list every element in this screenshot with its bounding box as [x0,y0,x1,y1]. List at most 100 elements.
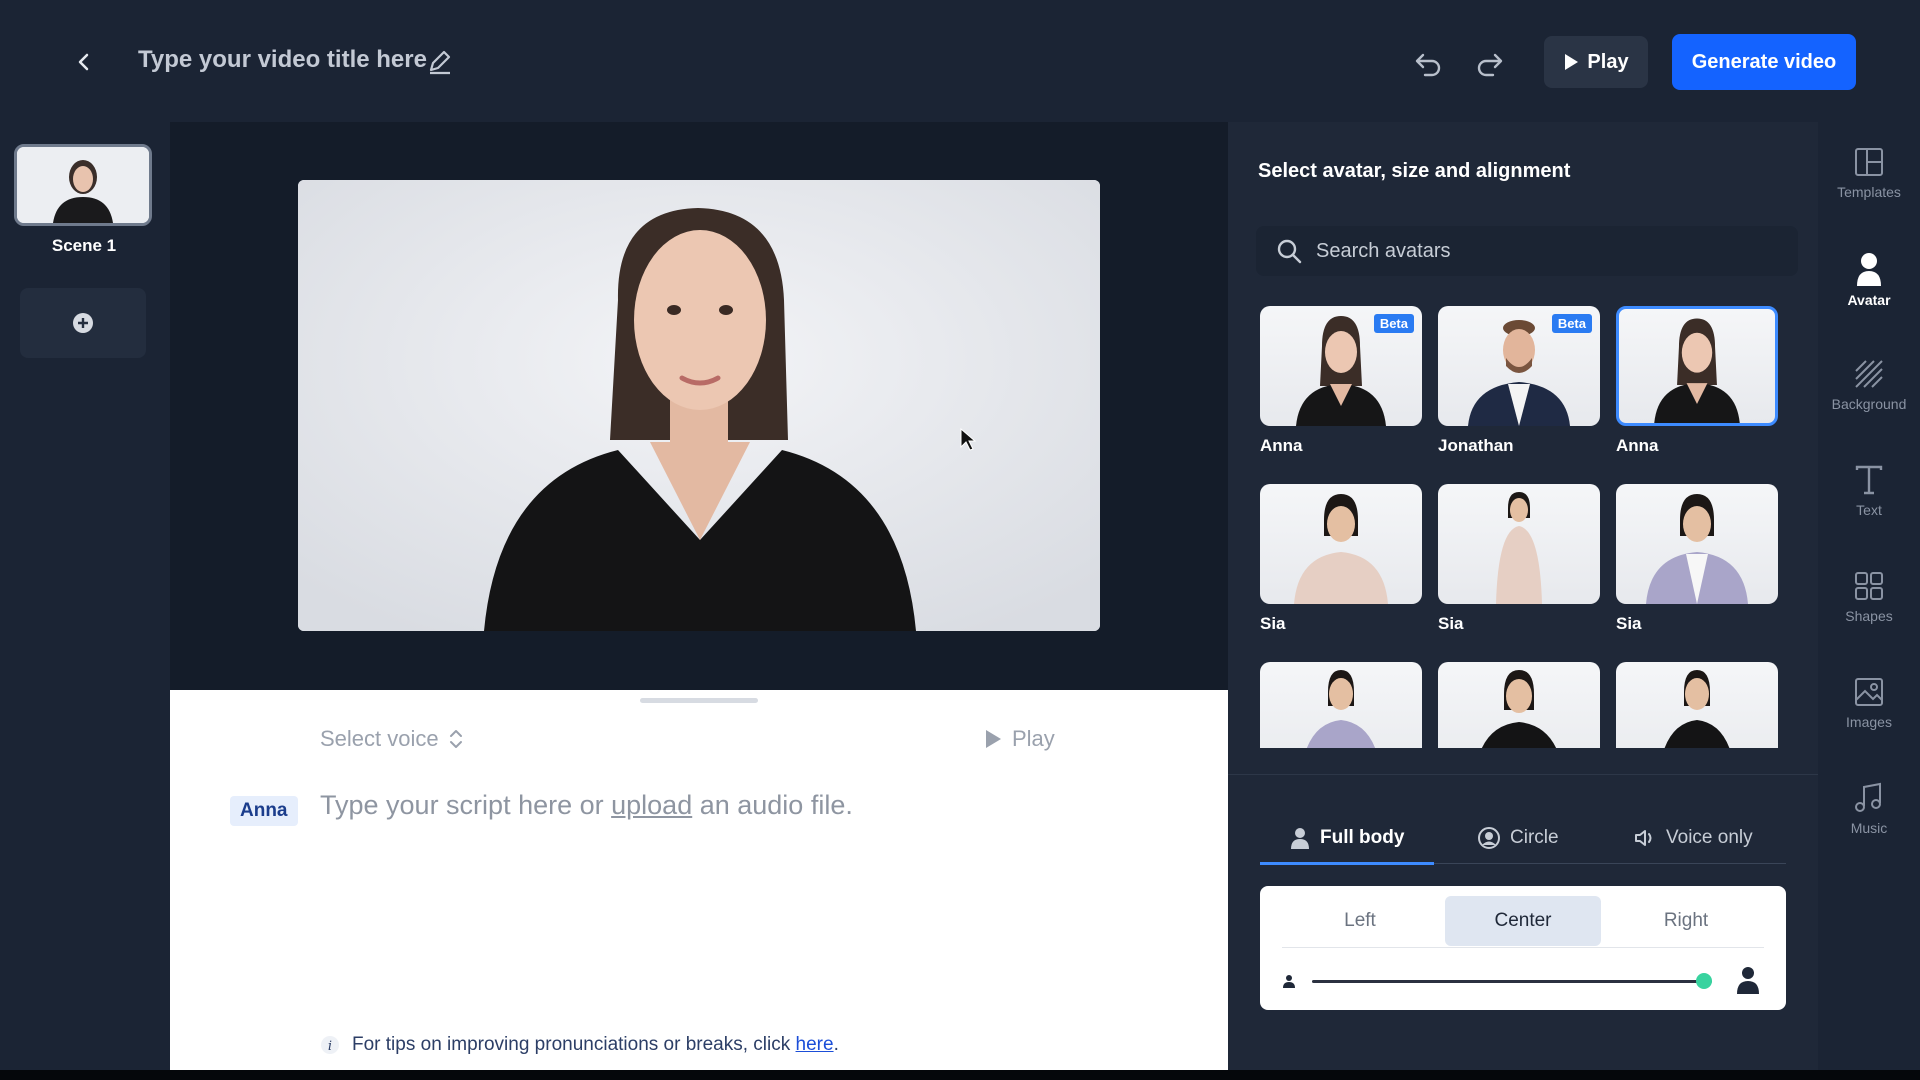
avatar-image [1654,318,1740,423]
play-script-button[interactable]: Play [984,726,1055,752]
avatar-name: Anna [1616,436,1659,455]
avatar-image [1294,494,1388,604]
nav-music-label: Music [1850,820,1888,836]
avatar-image [1646,494,1748,604]
align-left-button[interactable]: Left [1282,896,1438,946]
redo-icon[interactable] [1472,46,1506,80]
nav-avatar[interactable]: Avatar [1818,252,1920,308]
alignment-card: Left Center Right [1260,886,1786,1010]
tab-full-body-label: Full body [1320,827,1405,848]
avatar-name: Sia [1260,614,1286,633]
beta-badge: Beta [1551,314,1592,333]
pencil-icon[interactable] [426,48,454,76]
alignment-options: Left Center Right [1282,896,1764,948]
search-avatars-input[interactable]: Search avatars [1256,226,1798,276]
upload-link[interactable]: upload [611,790,692,820]
nav-templates-label: Templates [1837,184,1901,200]
person-circle-icon [1478,827,1500,849]
background-icon [1855,360,1883,388]
play-script-label: Play [1012,726,1055,751]
bottom-bar [0,1070,1920,1080]
app-window: Type your video title here Play Generate… [0,0,1920,1070]
avatar-image [1664,670,1730,748]
avatar-card[interactable]: Sia [1260,484,1422,634]
play-button-label: Play [1587,50,1629,73]
video-preview[interactable] [298,180,1100,631]
play-button[interactable]: Play [1544,36,1648,88]
avatar-card[interactable] [1260,662,1422,748]
nav-avatar-label: Avatar [1847,292,1891,308]
nav-background[interactable]: Background [1818,358,1920,412]
tips-here-link[interactable]: here [796,1034,834,1055]
video-title-input[interactable]: Type your video title here [138,46,427,74]
panel-title: Select avatar, size and alignment [1258,160,1571,182]
speaker-tag[interactable]: Anna [230,796,298,826]
avatar-image [1496,492,1542,604]
image-icon [1855,678,1883,706]
align-center-button[interactable]: Center [1445,896,1601,946]
avatar-card[interactable]: Beta Jonathan [1438,306,1600,456]
script-input[interactable]: Type your script here or upload an audio… [320,790,853,821]
tab-voice-only[interactable]: Voice only [1634,812,1753,864]
scene-avatar-image [17,147,149,223]
nav-images[interactable]: Images [1818,676,1920,730]
avatar-name: Sia [1438,614,1464,633]
active-tab-indicator [1260,862,1434,865]
scene-label: Scene 1 [51,236,117,255]
align-right-button[interactable]: Right [1608,896,1764,946]
resize-handle[interactable] [640,698,758,703]
nav-shapes[interactable]: Shapes [1818,570,1920,624]
tips-message: i For tips on improving pronunciations o… [320,1034,839,1056]
tab-circle-label: Circle [1510,827,1559,848]
music-icon [1855,782,1881,812]
nav-background-label: Background [1831,396,1907,412]
nav-images-label: Images [1846,714,1892,730]
scenes-sidebar: Scene 1 [0,122,170,1070]
tips-text: For tips on improving pronunciations or … [352,1034,796,1055]
avatar-icon [1857,253,1881,286]
size-slider-thumb[interactable] [1696,973,1712,989]
add-scene-button[interactable] [20,288,146,358]
tab-circle[interactable]: Circle [1478,812,1559,864]
avatar-card[interactable]: Beta Anna [1260,306,1422,456]
shapes-icon [1855,572,1883,600]
generate-video-button[interactable]: Generate video [1672,34,1856,90]
svg-text:i: i [328,1039,332,1054]
nav-templates[interactable]: Templates [1818,146,1920,200]
avatar-panel: Select avatar, size and alignment Search… [1228,122,1818,1070]
undo-icon[interactable] [1412,46,1446,80]
search-icon [1277,239,1302,264]
nav-text[interactable]: Text [1818,464,1920,518]
avatar-card-selected[interactable]: Anna [1616,306,1778,456]
avatar-size-slider [1282,964,1764,998]
plus-circle-icon [73,313,93,333]
mouse-cursor-icon [960,428,976,451]
nav-music[interactable]: Music [1818,782,1920,836]
play-icon [1565,54,1579,70]
search-placeholder: Search avatars [1316,239,1451,262]
scene-thumbnail[interactable] [14,144,152,226]
side-nav: Templates Avatar Background Text Shapes … [1818,122,1920,1070]
avatar-grid: Beta Anna Beta Jonathan Anna Sia Sia Sia [1260,306,1800,748]
text-icon [1855,465,1883,495]
nav-shapes-label: Shapes [1845,608,1893,624]
select-voice-label: Select voice [320,726,439,751]
person-small-icon [1283,975,1295,988]
tab-full-body[interactable]: Full body [1290,812,1404,864]
avatar-card[interactable] [1616,662,1778,748]
back-button[interactable] [66,44,102,80]
avatar-mode-tabs: Full body Circle Voice only [1260,812,1786,865]
script-placeholder-text-end: an audio file. [692,790,853,820]
avatar-card[interactable]: Sia [1616,484,1778,634]
avatar-card[interactable] [1438,662,1600,748]
play-icon [986,730,1001,748]
script-editor: Select voice Play Anna Type your script … [170,690,1228,1070]
avatar-image [1306,670,1376,748]
select-voice-dropdown[interactable]: Select voice [320,726,463,752]
chevron-left-icon [78,53,89,71]
avatar-preview-image [298,180,1100,631]
tab-voice-only-label: Voice only [1666,827,1753,848]
avatar-card[interactable]: Sia [1438,484,1600,634]
size-slider-track[interactable] [1312,980,1712,983]
panel-divider [1228,774,1818,775]
